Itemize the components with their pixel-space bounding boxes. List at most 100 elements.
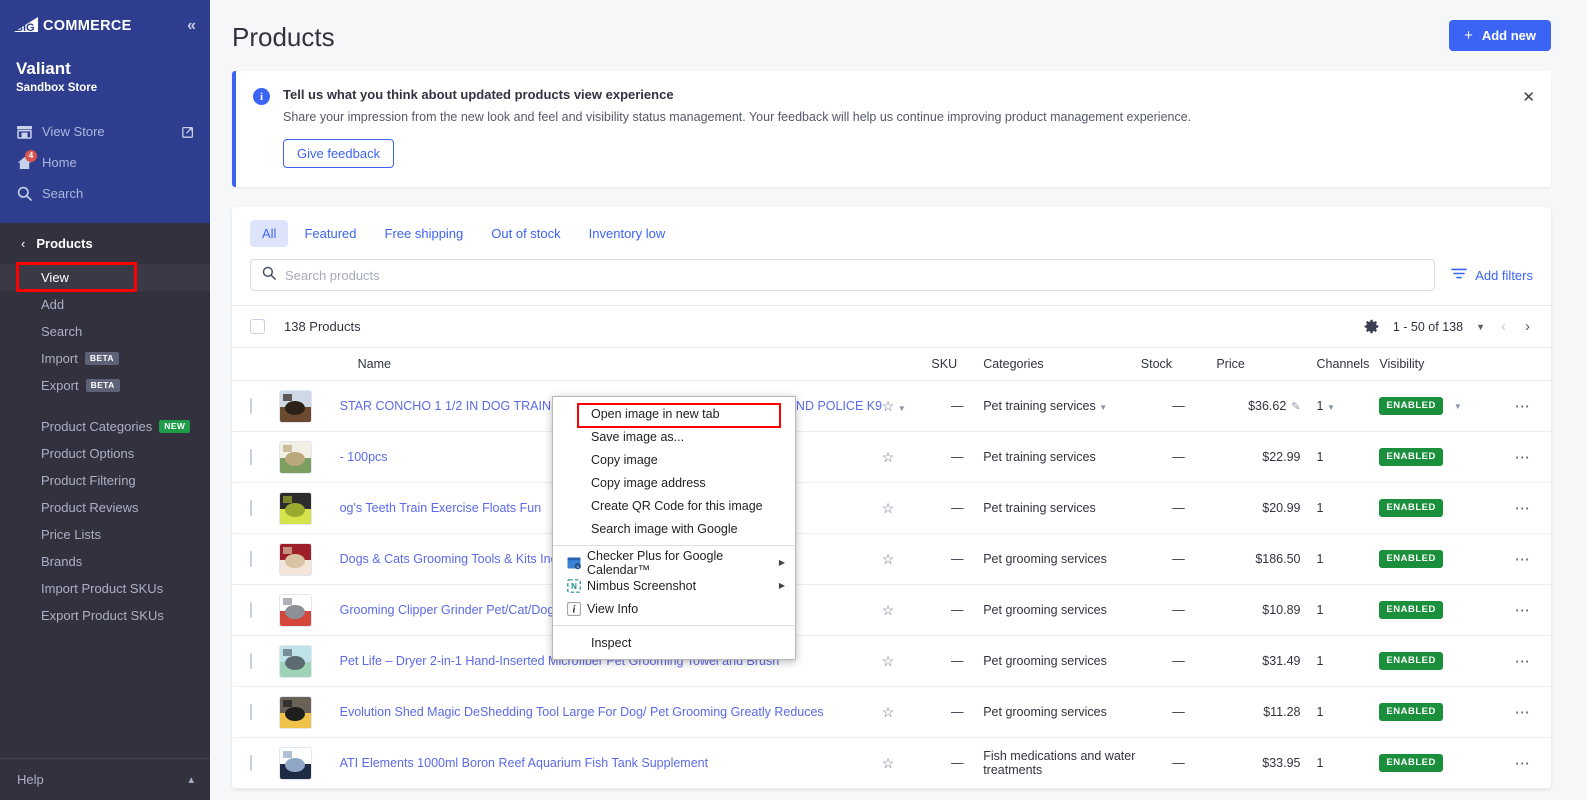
product-name-link[interactable]: ATI Elements 1000ml Boron Reef Aquarium …	[336, 756, 882, 770]
table-row[interactable]: Dogs & Cats Grooming Tools & Kits Inclu …	[232, 533, 1551, 585]
context-menu-item[interactable]: Open image in new tab	[553, 402, 795, 428]
sidebar-item-view[interactable]: View	[0, 264, 210, 291]
product-thumbnail[interactable]	[279, 542, 313, 576]
table-row[interactable]: - 100pcs ☆ — Pet training services — $22…	[232, 431, 1551, 483]
tab-all[interactable]: All	[250, 220, 289, 247]
favorite-star-icon[interactable]: ☆	[882, 755, 895, 771]
row-more-actions-button[interactable]: ⋯	[1515, 449, 1532, 466]
favorite-star-icon[interactable]: ☆	[882, 551, 895, 567]
tab-featured[interactable]: Featured	[292, 220, 368, 247]
tab-free-shipping[interactable]: Free shipping	[373, 220, 476, 247]
row-more-actions-button[interactable]: ⋯	[1515, 551, 1532, 568]
sidebar-item-product-categories[interactable]: Product Categories NEW	[0, 413, 210, 440]
context-menu-item[interactable]: Create QR Code for this image	[553, 494, 795, 517]
chevron-down-icon[interactable]: ▼	[1099, 403, 1107, 412]
sidebar-item-search-products[interactable]: Search	[0, 318, 210, 345]
row-checkbox[interactable]	[250, 602, 252, 618]
product-thumbnail[interactable]	[279, 389, 313, 423]
sidebar-item-brands[interactable]: Brands	[0, 548, 210, 575]
table-row[interactable]: ATI Elements 1000ml Boron Reef Aquarium …	[232, 737, 1551, 789]
sidebar-item-search[interactable]: Search	[0, 178, 210, 209]
status-badge[interactable]: ENABLED	[1379, 550, 1443, 568]
close-icon[interactable]: ✕	[1522, 90, 1535, 105]
product-thumbnail[interactable]	[279, 593, 313, 627]
product-thumbnail[interactable]	[279, 644, 313, 678]
status-badge[interactable]: ENABLED	[1379, 601, 1443, 619]
favorite-star-icon[interactable]: ☆	[882, 704, 895, 720]
add-new-button[interactable]: + Add new	[1449, 20, 1551, 51]
row-more-actions-button[interactable]: ⋯	[1515, 398, 1532, 415]
favorite-star-icon[interactable]: ☆	[882, 602, 895, 618]
tab-out-of-stock[interactable]: Out of stock	[479, 220, 572, 247]
row-checkbox[interactable]	[250, 704, 252, 720]
add-filters-button[interactable]: Add filters	[1451, 267, 1533, 283]
chevrons-left-icon[interactable]: «	[187, 18, 196, 34]
chevron-down-icon[interactable]: ▼	[898, 404, 906, 413]
row-checkbox[interactable]	[250, 551, 252, 567]
status-badge[interactable]: ENABLED	[1379, 703, 1443, 721]
product-thumbnail[interactable]	[279, 491, 313, 525]
row-checkbox[interactable]	[250, 398, 252, 414]
context-menu-item[interactable]: Copy image address	[553, 471, 795, 494]
edit-pencil-icon[interactable]: ✎	[1291, 400, 1300, 413]
context-menu-item[interactable]: N Nimbus Screenshot ▶	[553, 574, 795, 597]
favorite-star-icon[interactable]: ☆	[882, 653, 895, 669]
product-thumbnail[interactable]	[279, 695, 313, 729]
sidebar-help-button[interactable]: Help ▴	[0, 758, 210, 800]
next-page-button[interactable]: ›	[1522, 318, 1533, 335]
give-feedback-button[interactable]: Give feedback	[283, 139, 395, 168]
favorite-star-icon[interactable]: ☆	[882, 500, 895, 516]
context-menu-item[interactable]: Inspect	[553, 631, 795, 654]
sidebar-item-product-filtering[interactable]: Product Filtering	[0, 467, 210, 494]
search-products-box[interactable]	[250, 259, 1436, 291]
tab-inventory-low[interactable]: Inventory low	[577, 220, 678, 247]
browser-context-menu[interactable]: Open image in new tab Save image as... Cop…	[552, 396, 796, 660]
row-more-actions-button[interactable]: ⋯	[1515, 602, 1532, 619]
bigcommerce-logo[interactable]: BIG COMMERCE	[14, 16, 132, 36]
status-badge[interactable]: ENABLED	[1379, 448, 1443, 466]
status-badge[interactable]: ENABLED	[1379, 397, 1443, 415]
product-thumbnail[interactable]	[279, 440, 313, 474]
status-badge[interactable]: ENABLED	[1379, 499, 1443, 517]
table-row[interactable]: Grooming Clipper Grinder Pet/Cat/Dog. ☆ …	[232, 584, 1551, 636]
row-checkbox[interactable]	[250, 653, 252, 669]
context-menu-item[interactable]: Save image as...	[553, 425, 795, 448]
row-more-actions-button[interactable]: ⋯	[1515, 653, 1532, 670]
row-more-actions-button[interactable]: ⋯	[1515, 704, 1532, 721]
sidebar-item-view-store[interactable]: View Store	[0, 116, 210, 147]
table-row[interactable]: og's Teeth Train Exercise Floats Fun ☆ —…	[232, 482, 1551, 534]
row-checkbox[interactable]	[250, 755, 252, 771]
table-row[interactable]: STAR CONCHO 1 1/2 IN DOG TRAINING COLLAR…	[232, 380, 1551, 432]
row-checkbox[interactable]	[250, 500, 252, 516]
table-row[interactable]: Pet Life – Dryer 2-in-1 Hand-Inserted Mi…	[232, 635, 1551, 687]
gear-icon[interactable]	[1363, 318, 1380, 335]
product-thumbnail[interactable]	[279, 746, 313, 780]
row-more-actions-button[interactable]: ⋯	[1515, 755, 1532, 772]
context-menu-item[interactable]: Search image with Google	[553, 517, 795, 540]
table-row[interactable]: Evolution Shed Magic DeShedding Tool Lar…	[232, 686, 1551, 738]
sidebar-item-export-product-skus[interactable]: Export Product SKUs	[0, 602, 210, 629]
chevron-down-icon[interactable]: ▼	[1454, 402, 1462, 411]
prev-page-button[interactable]: ‹	[1498, 318, 1509, 335]
sidebar-item-price-lists[interactable]: Price Lists	[0, 521, 210, 548]
context-menu-item[interactable]: 0 Checker Plus for Google Calendar™ ▶	[553, 549, 795, 577]
sidebar-item-add[interactable]: Add	[0, 291, 210, 318]
sidebar-item-product-reviews[interactable]: Product Reviews	[0, 494, 210, 521]
status-badge[interactable]: ENABLED	[1379, 652, 1443, 670]
status-badge[interactable]: ENABLED	[1379, 754, 1443, 772]
sidebar-section-products[interactable]: ‹ Products	[0, 223, 210, 264]
sidebar-item-home[interactable]: 4 Home	[0, 147, 210, 178]
sidebar-item-export[interactable]: Export BETA	[0, 372, 210, 399]
sidebar-item-import-product-skus[interactable]: Import Product SKUs	[0, 575, 210, 602]
search-input[interactable]	[285, 267, 1424, 283]
row-checkbox[interactable]	[250, 449, 252, 465]
favorite-star-icon[interactable]: ☆	[882, 449, 895, 465]
product-name-link[interactable]: Evolution Shed Magic DeShedding Tool Lar…	[336, 705, 882, 719]
sidebar-item-import[interactable]: Import BETA	[0, 345, 210, 372]
chevron-down-icon[interactable]: ▼	[1476, 322, 1485, 332]
row-more-actions-button[interactable]: ⋯	[1515, 500, 1532, 517]
select-all-checkbox[interactable]	[250, 319, 265, 334]
context-menu-item[interactable]: i View Info	[553, 597, 795, 620]
favorite-star-icon[interactable]: ☆	[882, 398, 895, 414]
sidebar-item-product-options[interactable]: Product Options	[0, 440, 210, 467]
